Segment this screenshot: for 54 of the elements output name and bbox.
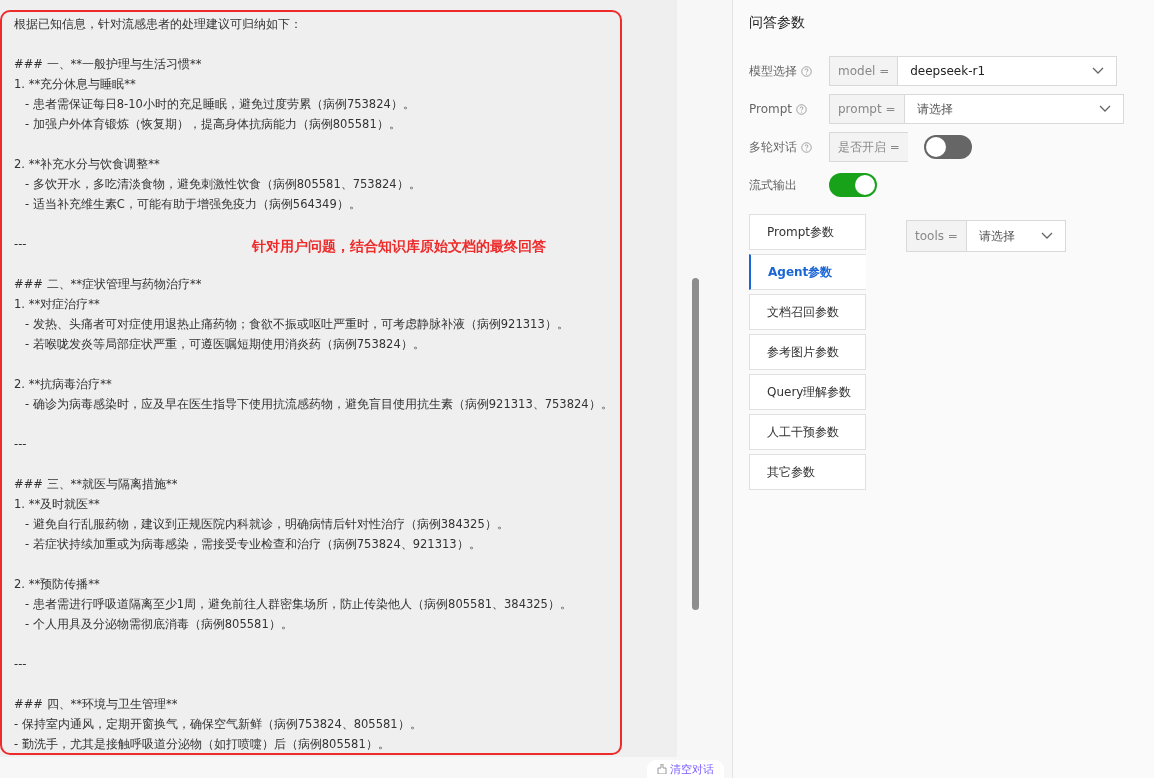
answer-line: 1. **充分休息与睡眠** [14,76,136,93]
select-field[interactable]: 请选择 [965,220,1066,252]
answer-line: - 多饮开水，多吃清淡食物，避免刺激性饮食（病例805581、753824）。 [24,176,421,193]
answer-line: - 个人用具及分泌物需彻底消毒（病例805581）。 [24,616,293,633]
answer-line: - 若症状持续加重或为病毒感染，需接受专业检查和治疗（病例753824、921313）。 [24,536,481,553]
answer-line: 2. **预防传播** [14,576,100,593]
answer-line: 1. **及时就医** [14,496,100,513]
clear-chat-button[interactable]: 清空对话 [647,760,724,778]
chevron-down-icon [1040,232,1053,240]
answer-line: 2. **抗病毒治疗** [14,376,112,393]
answer-line: ### 四、**环境与卫生管理** [14,696,178,713]
answer-line: - 患者需进行呼吸道隔离至少1周，避免前往人群密集场所，防止传染他人（病例805581、384325）。 [24,596,572,613]
settings-tab[interactable]: Prompt参数 [749,214,866,250]
answer-line: ### 一、**一般护理与生活习惯** [14,56,202,73]
settings-tab[interactable]: 参考图片参数 [749,334,866,370]
answer-line: - 若喉咙发炎等局部症状严重，可遵医嘱短期使用消炎药（病例753824）。 [24,336,425,353]
answer-line: - 保持室内通风，定期开窗换气，确保空气新鲜（病例753824、805581）。 [14,716,422,733]
answer-line: 根据已知信息，针对流感患者的处理建议可归纳如下： [14,16,302,33]
settings-tab[interactable]: 文档召回参数 [749,294,866,330]
chevron-down-icon [1092,67,1105,75]
answer-line: - 避免自行乱服药物，建议到正规医院内科就诊，明确病情后针对性治疗（病例384325）。 [24,516,509,533]
select-field[interactable]: deepseek-r1 [897,56,1118,86]
answer-line: --- [14,236,27,253]
toggle-switch[interactable] [923,135,972,159]
addon-label: prompt = [829,94,904,124]
answer-line: - 勤洗手，尤其是接触呼吸道分泌物（如打喷嚏）后（病例805581）。 [14,736,390,753]
answer-line: - 加强户外体育锻炼（恢复期），提高身体抗病能力（病例805581）。 [24,116,401,133]
field-label: 流式输出 [749,176,798,194]
answer-line: - 确诊为病毒感染时，应及早在医生指导下使用抗流感药物，避免盲目使用抗生素（病例921313、753824）。 [24,396,613,413]
answer-line: --- [14,656,27,673]
answer-line: ### 三、**就医与隔离措施** [14,476,178,493]
chevron-down-icon [1098,105,1111,113]
answer-line: 2. **补充水分与饮食调整** [14,156,160,173]
answer-line: --- [14,436,27,453]
addon-label: model = [829,56,898,86]
answer-line: - 发热、头痛者可对症使用退热止痛药物；食欲不振或呕吐严重时，可考虑静脉补液（病例921313）。 [24,316,569,333]
answer-line: - 适当补充维生素C，可能有助于增强免疫力（病例564349）。 [24,196,361,213]
field-label: 模型选择 [749,62,829,80]
scrollbar-thumb[interactable] [692,278,699,610]
addon-label: tools = [906,220,966,252]
settings-tab[interactable]: 其它参数 [749,454,866,490]
field-label: Prompt [749,102,829,116]
answer-line: 1. **对症治疗** [14,296,100,313]
answer-line: - 患者需保证每日8-10小时的充足睡眠，避免过度劳累（病例753824）。 [24,96,415,113]
settings-tab[interactable]: Query理解参数 [749,374,866,410]
settings-tab[interactable]: 人工干预参数 [749,414,866,450]
annotation-text: 针对用户问题，结合知识库原始文档的最终回答 [252,238,546,256]
panel-title: 问答参数 [749,14,806,32]
field-label: 多轮对话 [749,138,829,156]
answer-line: ### 二、**症状管理与药物治疗** [14,276,202,293]
addon-label: 是否开启 = [829,132,908,162]
settings-tab[interactable]: Agent参数 [749,254,866,290]
select-field[interactable]: 请选择 [903,94,1124,124]
toggle-switch[interactable] [829,173,877,197]
